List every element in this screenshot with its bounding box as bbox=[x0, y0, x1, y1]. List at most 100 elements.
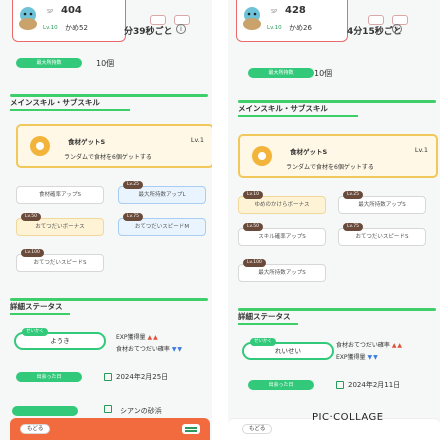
subskill-1[interactable]: 食材確率アップS bbox=[16, 186, 104, 204]
stat-down-label: EXP獲得量 bbox=[336, 354, 366, 361]
main-skill-level: Lv.1 bbox=[190, 136, 204, 144]
pokemon-card[interactable]: SP 404 Lv.10 かめ52 bbox=[12, 0, 126, 42]
section-underline bbox=[10, 313, 70, 315]
sp-label: SP bbox=[271, 9, 278, 15]
pokemon-icon bbox=[19, 7, 37, 30]
met-date-label: 出会った日 bbox=[16, 372, 82, 382]
main-skill-name: 食材ゲットS bbox=[68, 138, 106, 146]
apple-icon bbox=[30, 136, 50, 156]
subskill-4[interactable]: Lv.75 おてつだいスピードS bbox=[338, 223, 426, 246]
met-date: 2024年2月25日 bbox=[116, 373, 169, 381]
info-icon[interactable]: i bbox=[176, 24, 186, 34]
location-value: シアンの砂浜 bbox=[120, 407, 162, 415]
main-skill-box[interactable]: 食材ゲットS Lv.1 ランダムで食材を6個ゲットする bbox=[16, 124, 212, 168]
subskill-label: ゆめのかけらボーナス bbox=[254, 202, 310, 208]
subskill-label: 最大所持数アップS bbox=[358, 202, 406, 208]
max-capacity-value: 10個 bbox=[314, 69, 333, 78]
calendar-icon bbox=[104, 373, 112, 381]
main-skill-box[interactable]: 食材ゲットS Lv.1 ランダムで食材を6個ゲットする bbox=[238, 134, 438, 178]
apple-icon bbox=[252, 146, 272, 166]
sp-value: 404 bbox=[61, 5, 82, 16]
nature-value: れいせい bbox=[275, 347, 301, 355]
pokemon-level: Lv.10 bbox=[43, 25, 58, 31]
stat-up-label: EXP獲得量 bbox=[116, 334, 146, 341]
subskill-1[interactable]: Lv.10 ゆめのかけらボーナス bbox=[238, 191, 326, 214]
up-arrows-icon: ▲▲ bbox=[147, 334, 159, 341]
stat-down: EXP獲得量 ▼▼ bbox=[336, 352, 379, 361]
section-title-text: 詳細ステータス bbox=[10, 302, 63, 311]
subskill-level-tag: Lv.10 bbox=[243, 191, 263, 199]
subskill-label: おてつだいボーナス bbox=[35, 224, 85, 230]
collage: SP 404 Lv.10 かめ52 分39秒ごと i 最大所持数 10個 メイン… bbox=[0, 0, 440, 440]
watermark-text: PIC·COLLAGE bbox=[312, 412, 384, 423]
nature-tag: せいかく bbox=[22, 328, 48, 336]
subskill-5[interactable]: Lv.100 最大所持数アップS bbox=[238, 259, 326, 282]
subskill-label: おてつだいスピードM bbox=[134, 224, 190, 230]
met-date-label: 出会った日 bbox=[248, 380, 314, 390]
main-skill-desc: ランダムで食材を6個ゲットする bbox=[286, 164, 374, 171]
subskill-3[interactable]: Lv.50 スキル確率アップS bbox=[238, 223, 326, 246]
subskill-label: 食材確率アップS bbox=[39, 192, 81, 198]
sp-label: SP bbox=[47, 9, 54, 15]
section-underline bbox=[238, 115, 358, 117]
section-bar bbox=[238, 100, 436, 103]
right-screenshot: SP 428 Lv.10 かめ26 4分15秒ごと i 最大所持数 10個 メイ… bbox=[228, 0, 440, 440]
subskill-label: 最大所持数アップL bbox=[138, 192, 186, 198]
subskill-5[interactable]: Lv.100 おてつだいスピードS bbox=[16, 249, 104, 272]
nature-value: ようき bbox=[50, 337, 70, 345]
subskill-level-tag: Lv.25 bbox=[123, 181, 143, 189]
nature-badge: せいかく ようき bbox=[14, 328, 106, 350]
help-interval: 分39秒ごと bbox=[124, 27, 173, 37]
subskill-2[interactable]: Lv.25 最大所持数アップL bbox=[118, 181, 206, 204]
max-capacity-label: 最大所持数 bbox=[248, 68, 314, 78]
main-skill-name: 食材ゲットS bbox=[290, 148, 328, 156]
section-title-text: メインスキル・サブスキル bbox=[238, 104, 328, 113]
nature-tag: せいかく bbox=[250, 338, 276, 346]
info-icon[interactable]: i bbox=[392, 24, 402, 34]
max-capacity-value: 10個 bbox=[96, 59, 115, 68]
up-arrows-icon: ▲▲ bbox=[391, 342, 404, 349]
left-screenshot: SP 404 Lv.10 かめ52 分39秒ごと i 最大所持数 10個 メイン… bbox=[0, 0, 212, 440]
back-button[interactable]: もどる bbox=[20, 424, 51, 434]
pokemon-icon bbox=[243, 7, 261, 30]
nature-badge: せいかく れいせい bbox=[242, 338, 334, 360]
section-title-skills: メインスキル・サブスキル bbox=[10, 94, 210, 111]
subskill-label: おてつだいスピードS bbox=[33, 260, 87, 266]
subskill-level-tag: Lv.50 bbox=[21, 213, 41, 221]
section-bar bbox=[238, 308, 436, 311]
down-arrows-icon: ▼▼ bbox=[367, 354, 379, 361]
menu-icon[interactable] bbox=[182, 424, 200, 434]
subskill-4[interactable]: Lv.75 おてつだいスピードM bbox=[118, 213, 206, 236]
main-skill-level: Lv.1 bbox=[414, 146, 428, 154]
section-underline bbox=[238, 323, 298, 325]
subskill-level-tag: Lv.100 bbox=[21, 249, 44, 257]
subskill-2[interactable]: Lv.25 最大所持数アップS bbox=[338, 191, 426, 214]
calendar-icon bbox=[336, 381, 344, 389]
back-button[interactable]: もどる bbox=[242, 424, 273, 434]
stat-down-label: 食材おてつだい確率 bbox=[116, 346, 170, 353]
subskill-level-tag: Lv.50 bbox=[243, 223, 263, 231]
section-title-status: 詳細ステータス bbox=[238, 308, 438, 325]
section-title-skills: メインスキル・サブスキル bbox=[238, 100, 438, 117]
subskill-level-tag: Lv.75 bbox=[343, 223, 363, 231]
subskill-level-tag: Lv.25 bbox=[343, 191, 363, 199]
stat-up-label: 食材おてつだい確率 bbox=[336, 342, 390, 349]
section-bar bbox=[10, 94, 208, 97]
bottom-nav: もどる bbox=[10, 418, 210, 440]
section-title-text: メインスキル・サブスキル bbox=[10, 98, 100, 107]
max-capacity-label: 最大所持数 bbox=[16, 58, 82, 68]
stat-up: EXP獲得量 ▲▲ bbox=[116, 332, 159, 341]
pokemon-level: Lv.10 bbox=[267, 25, 282, 31]
location-label bbox=[12, 406, 78, 416]
subskill-level-tag: Lv.75 bbox=[123, 213, 143, 221]
pokemon-name: かめ26 bbox=[289, 24, 312, 32]
subskill-label: スキル確率アップS bbox=[258, 234, 306, 240]
section-title-text: 詳細ステータス bbox=[238, 312, 291, 321]
section-bar bbox=[10, 298, 208, 301]
section-underline bbox=[10, 109, 130, 111]
subskill-3[interactable]: Lv.50 おてつだいボーナス bbox=[16, 213, 104, 236]
down-arrows-icon: ▼▼ bbox=[171, 346, 184, 353]
subskill-level-tag: Lv.100 bbox=[243, 259, 266, 267]
section-title-status: 詳細ステータス bbox=[10, 298, 210, 315]
pokemon-card[interactable]: SP 428 Lv.10 かめ26 bbox=[236, 0, 348, 42]
